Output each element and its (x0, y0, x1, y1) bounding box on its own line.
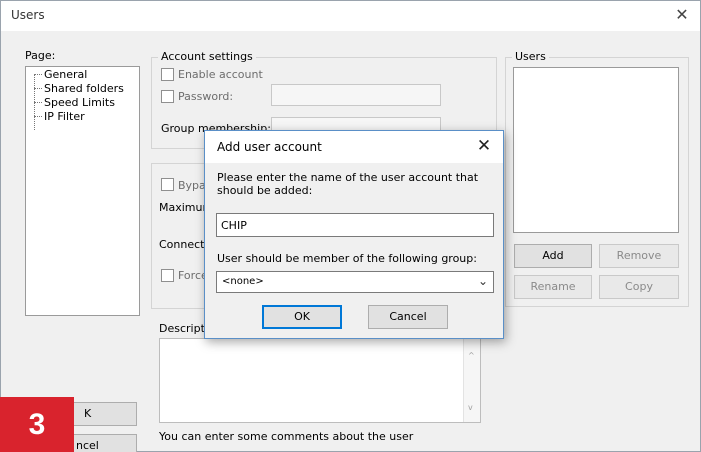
cancel-button-label: ncel (76, 439, 99, 452)
remove-user-button[interactable]: Remove (599, 244, 679, 268)
tree-connector (34, 116, 42, 117)
chevron-down-icon[interactable]: ⌄ (478, 274, 488, 288)
username-input[interactable] (216, 213, 494, 237)
force-checkbox[interactable] (161, 269, 174, 282)
tree-item-shared-folders[interactable]: Shared folders (44, 82, 124, 95)
tree-item-speed-limits[interactable]: Speed Limits (44, 96, 115, 109)
dialog-title: Add user account (217, 140, 322, 154)
ok-button-label: K (84, 407, 92, 420)
enable-account-label: Enable account (178, 68, 263, 81)
close-icon[interactable]: ✕ (670, 3, 694, 27)
dialog-prompt: Please enter the name of the user accoun… (217, 171, 479, 197)
dialog-ok-button[interactable]: OK (262, 305, 342, 329)
enable-account-checkbox[interactable] (161, 68, 174, 81)
tree-item-general[interactable]: General (44, 68, 87, 81)
users-title: Users (512, 50, 549, 63)
add-user-button[interactable]: Add (514, 244, 592, 268)
tree-item-ip-filter[interactable]: IP Filter (44, 110, 85, 123)
users-listbox[interactable] (513, 67, 679, 233)
scroll-up-arrow-icon[interactable]: ^ (468, 351, 475, 360)
close-icon[interactable]: ✕ (473, 135, 495, 157)
password-field[interactable] (271, 84, 441, 106)
copy-user-button[interactable]: Copy (599, 275, 679, 299)
step-number-badge: 3 (0, 397, 74, 452)
group-select[interactable]: <none> ⌄ (216, 271, 494, 293)
page-tree: General Shared folders Speed Limits IP F… (25, 66, 140, 316)
group-select-value: <none> (222, 276, 264, 287)
account-settings-title: Account settings (158, 50, 256, 63)
description-hint: You can enter some comments about the us… (159, 430, 414, 443)
window-titlebar: Users ✕ (1, 1, 700, 31)
password-checkbox[interactable] (161, 90, 174, 103)
scroll-down-arrow-icon[interactable]: v (468, 403, 473, 412)
dialog-cancel-button[interactable]: Cancel (368, 305, 448, 329)
connections-label: Connecti (159, 238, 208, 251)
window-title: Users (11, 8, 45, 22)
tree-connector (34, 74, 42, 75)
page-label: Page: (25, 49, 56, 62)
description-textarea[interactable]: ^ v (159, 338, 481, 423)
password-label: Password: (178, 90, 234, 103)
bypass-checkbox[interactable] (161, 178, 174, 191)
group-select-label: User should be member of the following g… (217, 252, 477, 265)
tree-connector (34, 102, 42, 103)
rename-user-button[interactable]: Rename (514, 275, 592, 299)
description-scrollbar[interactable]: ^ v (463, 339, 480, 422)
add-user-dialog: Add user account ✕ Please enter the name… (204, 130, 504, 339)
tree-connector (34, 88, 42, 89)
dialog-titlebar: Add user account ✕ (205, 131, 503, 163)
